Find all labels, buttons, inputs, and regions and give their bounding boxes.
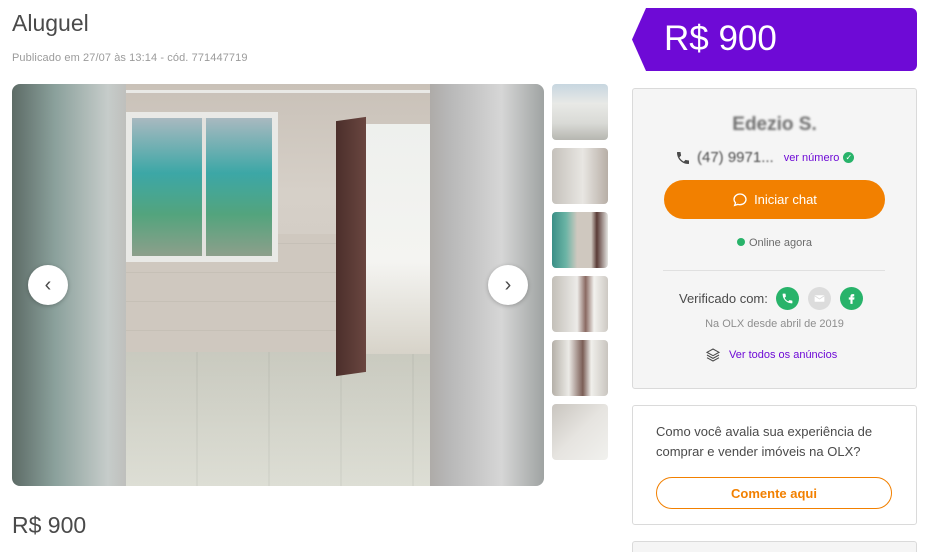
thumbnail[interactable] (552, 404, 608, 460)
ad-title: Aluguel (12, 10, 89, 36)
start-chat-label: Iniciar chat (754, 192, 817, 207)
gallery-prev-button[interactable]: ‹ (28, 265, 68, 305)
verified-label: Verificado com: (679, 291, 768, 306)
thumbnail[interactable] (552, 340, 608, 396)
online-dot-icon (737, 238, 745, 246)
divider (663, 270, 885, 271)
ad-meta: Publicado em 27/07 às 13:14 - cód. 77144… (12, 52, 248, 64)
all-ads-label: Ver todos os anúncios (729, 349, 838, 361)
verified-row: Verificado com: (679, 287, 863, 310)
all-ads-link[interactable]: Ver todos os anúncios (705, 347, 837, 363)
layers-icon (705, 348, 721, 362)
comment-button[interactable]: Comente aqui (656, 477, 892, 509)
feedback-card: Como você avalia sua experiência de comp… (632, 405, 917, 525)
thumbnail[interactable] (552, 212, 608, 268)
facebook-icon (839, 287, 863, 310)
show-number-link[interactable]: ver número (784, 152, 840, 164)
online-status-label: Online agora (749, 237, 812, 249)
mail-icon (807, 287, 831, 310)
main-photo (126, 84, 430, 486)
gallery-next-button[interactable]: › (488, 265, 528, 305)
chevron-right-icon: › (504, 273, 512, 296)
price-tag-value: R$ 900 (664, 19, 777, 58)
thumbnail-strip (552, 84, 608, 468)
next-card (632, 541, 917, 552)
photo-gallery[interactable]: ‹ › (12, 84, 544, 486)
thumbnail[interactable] (552, 276, 608, 332)
chevron-left-icon: ‹ (44, 273, 52, 296)
chat-bubble-icon (733, 192, 747, 206)
seller-name: Edezio S. (732, 114, 817, 135)
online-status: Online agora (633, 237, 916, 249)
price-tag: R$ 900 (632, 8, 917, 71)
check-icon: ✓ (843, 152, 855, 163)
phone-icon (677, 151, 689, 164)
phone-row: (47) 9971... ver número ✓ (675, 149, 855, 166)
listing-price: R$ 900 (12, 512, 87, 538)
start-chat-button[interactable]: Iniciar chat (664, 180, 885, 219)
thumbnail[interactable] (552, 84, 608, 140)
thumbnail[interactable] (552, 148, 608, 204)
member-since: Na OLX desde abril de 2019 (705, 318, 844, 330)
feedback-question: Como você avalia sua experiência de comp… (656, 424, 873, 459)
seller-card: Edezio S. (47) 9971... ver número ✓ Inic… (632, 88, 917, 389)
phone-verified-icon (775, 287, 799, 310)
phone-number: (47) 9971... (697, 149, 774, 166)
